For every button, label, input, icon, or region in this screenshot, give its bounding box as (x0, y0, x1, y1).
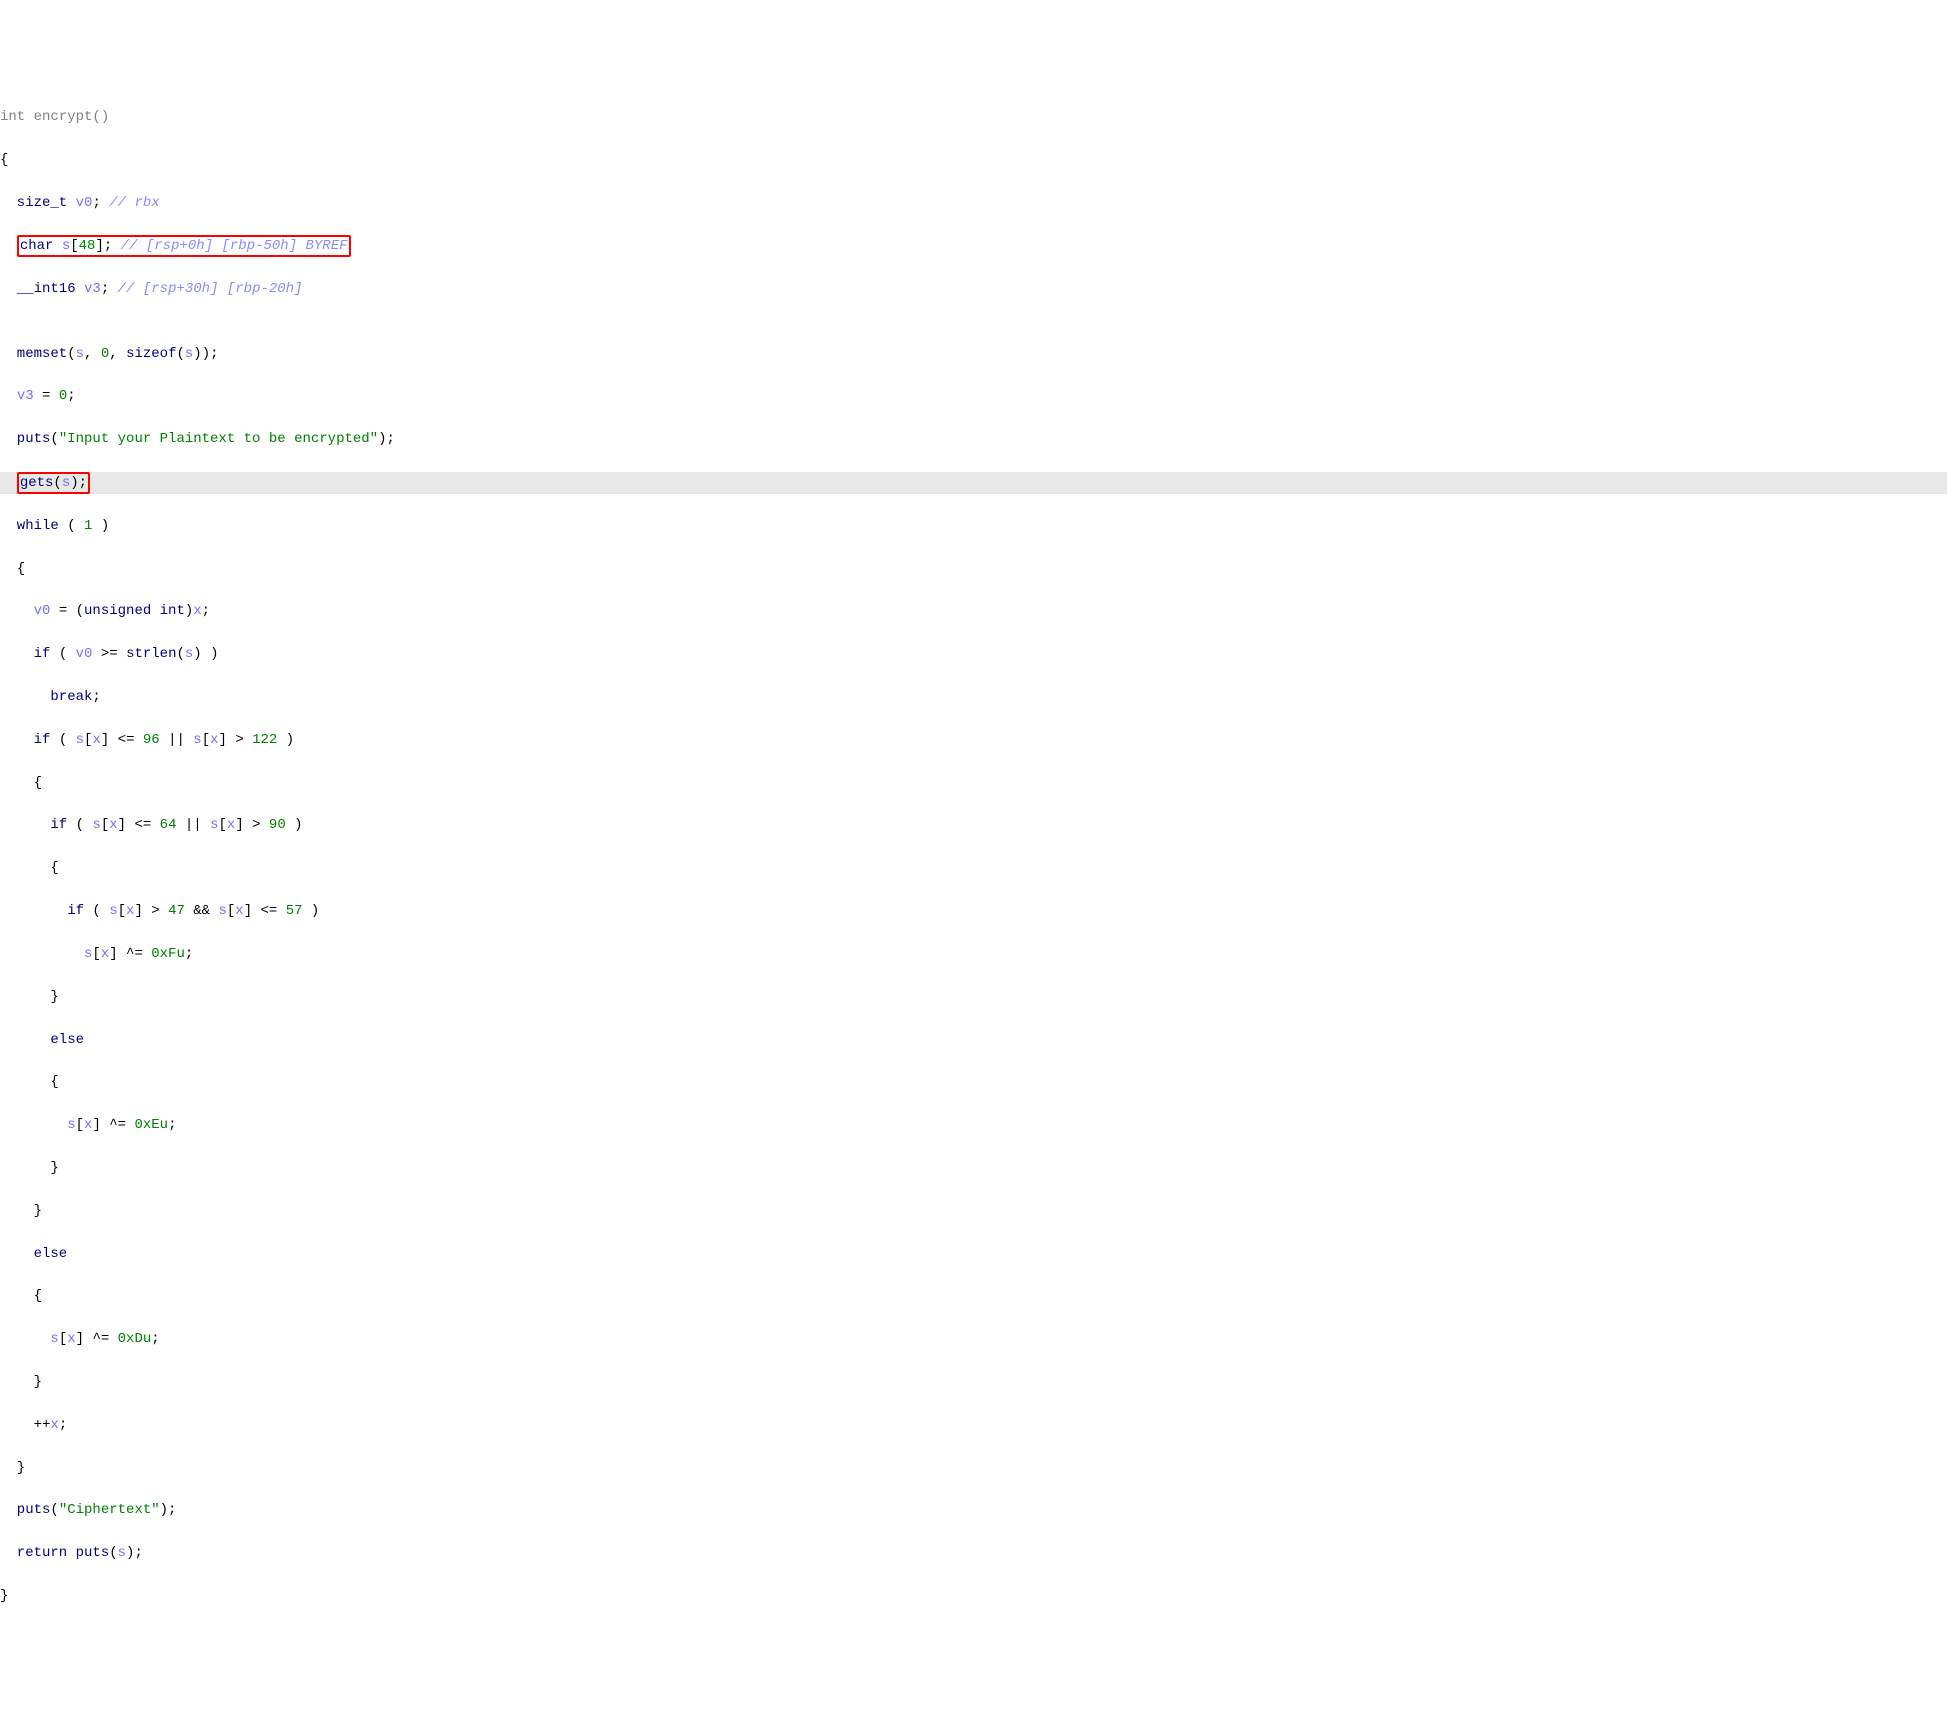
code-line: s[x] ^= 0xEu; (0, 1115, 1947, 1136)
code-line: { (0, 1072, 1947, 1093)
kw-if: if (0, 646, 50, 662)
var-v0: v0 (76, 195, 93, 211)
kw-while: while (0, 518, 59, 534)
kw-type: __int16 (0, 281, 76, 297)
func-name: encrypt() (25, 109, 109, 125)
code-line: s[x] ^= 0xDu; (0, 1329, 1947, 1350)
var-s: s (62, 238, 70, 254)
call-puts: puts (76, 1545, 110, 1561)
call-strlen: strlen (126, 646, 176, 662)
code-line: if ( s[x] <= 96 || s[x] > 122 ) (0, 730, 1947, 751)
code-line: puts("Ciphertext"); (0, 1500, 1947, 1521)
code-line: break; (0, 687, 1947, 708)
code-line: v3 = 0; (0, 386, 1947, 407)
var-x: x (193, 603, 201, 619)
string-literal: "Input your Plaintext to be encrypted" (59, 431, 378, 447)
comment: // [rsp+0h] [rbp-50h] BYREF (121, 238, 348, 254)
code-line: if ( s[x] > 47 && s[x] <= 57 ) (0, 901, 1947, 922)
kw-if: if (0, 903, 84, 919)
kw-else: else (0, 1032, 84, 1048)
comment: // [rsp+30h] [rbp-20h] (118, 281, 303, 297)
kw-if: if (0, 817, 67, 833)
code-line: } (0, 1158, 1947, 1179)
code-line: } (0, 1458, 1947, 1479)
code-line: if ( v0 >= strlen(s) ) (0, 644, 1947, 665)
var-v0: v0 (76, 646, 93, 662)
code-line: v0 = (unsigned int)x; (0, 601, 1947, 622)
var-x: x (50, 1417, 58, 1433)
code-line: { (0, 150, 1947, 171)
kw-type: size_t (0, 195, 67, 211)
code-line: } (0, 1586, 1947, 1607)
code-line: while ( 1 ) (0, 516, 1947, 537)
call-memset: memset (0, 346, 67, 362)
var-v3: v3 (84, 281, 101, 297)
call-gets: gets (20, 475, 54, 491)
annotation-box: gets(s); (17, 472, 90, 494)
code-line: } (0, 1372, 1947, 1393)
code-line: return puts(s); (0, 1543, 1947, 1564)
call-puts: puts (0, 1502, 50, 1518)
code-line: } (0, 987, 1947, 1008)
code-line: { (0, 1286, 1947, 1307)
code-line: memset(s, 0, sizeof(s)); (0, 344, 1947, 365)
num: 0 (101, 346, 109, 362)
var-v0: v0 (34, 603, 51, 619)
annotation-box: char s[48]; // [rsp+0h] [rbp-50h] BYREF (17, 235, 351, 257)
kw-break: break (0, 689, 92, 705)
code-line: { (0, 773, 1947, 794)
arg-s: s (76, 346, 84, 362)
arg-s: s (62, 475, 70, 491)
call-puts: puts (0, 431, 50, 447)
code-line: size_t v0; // rbx (0, 193, 1947, 214)
code-line: ++x; (0, 1415, 1947, 1436)
code-line: } (0, 1201, 1947, 1222)
kw-return: return (0, 1545, 67, 1561)
code-line: s[x] ^= 0xFu; (0, 944, 1947, 965)
code-line: __int16 v3; // [rsp+30h] [rbp-20h] (0, 279, 1947, 300)
string-literal: "Ciphertext" (59, 1502, 160, 1518)
kw-else: else (0, 1246, 67, 1262)
code-line: puts("Input your Plaintext to be encrypt… (0, 429, 1947, 450)
num: 0 (59, 388, 67, 404)
comment: // rbx (109, 195, 159, 211)
code-line-current: gets(s); (0, 472, 1947, 494)
code-line: else (0, 1244, 1947, 1265)
brace: { (0, 152, 8, 168)
arg-s: s (118, 1545, 126, 1561)
kw-char: char (20, 238, 54, 254)
num: 48 (79, 238, 96, 254)
code-line: { (0, 858, 1947, 879)
kw-sizeof: sizeof (126, 346, 176, 362)
var-v3: v3 (17, 388, 34, 404)
code-line: if ( s[x] <= 64 || s[x] > 90 ) (0, 815, 1947, 836)
code-line-highlighted: char s[48]; // [rsp+0h] [rbp-50h] BYREF (0, 235, 1947, 257)
code-line: int encrypt() (0, 107, 1947, 128)
kw-cast: unsigned int (84, 603, 185, 619)
code-line: { (0, 559, 1947, 580)
code-line: else (0, 1030, 1947, 1051)
kw-if: if (0, 732, 50, 748)
kw-int: int (0, 109, 25, 125)
code-listing: int encrypt() { size_t v0; // rbx char s… (0, 86, 1947, 1629)
